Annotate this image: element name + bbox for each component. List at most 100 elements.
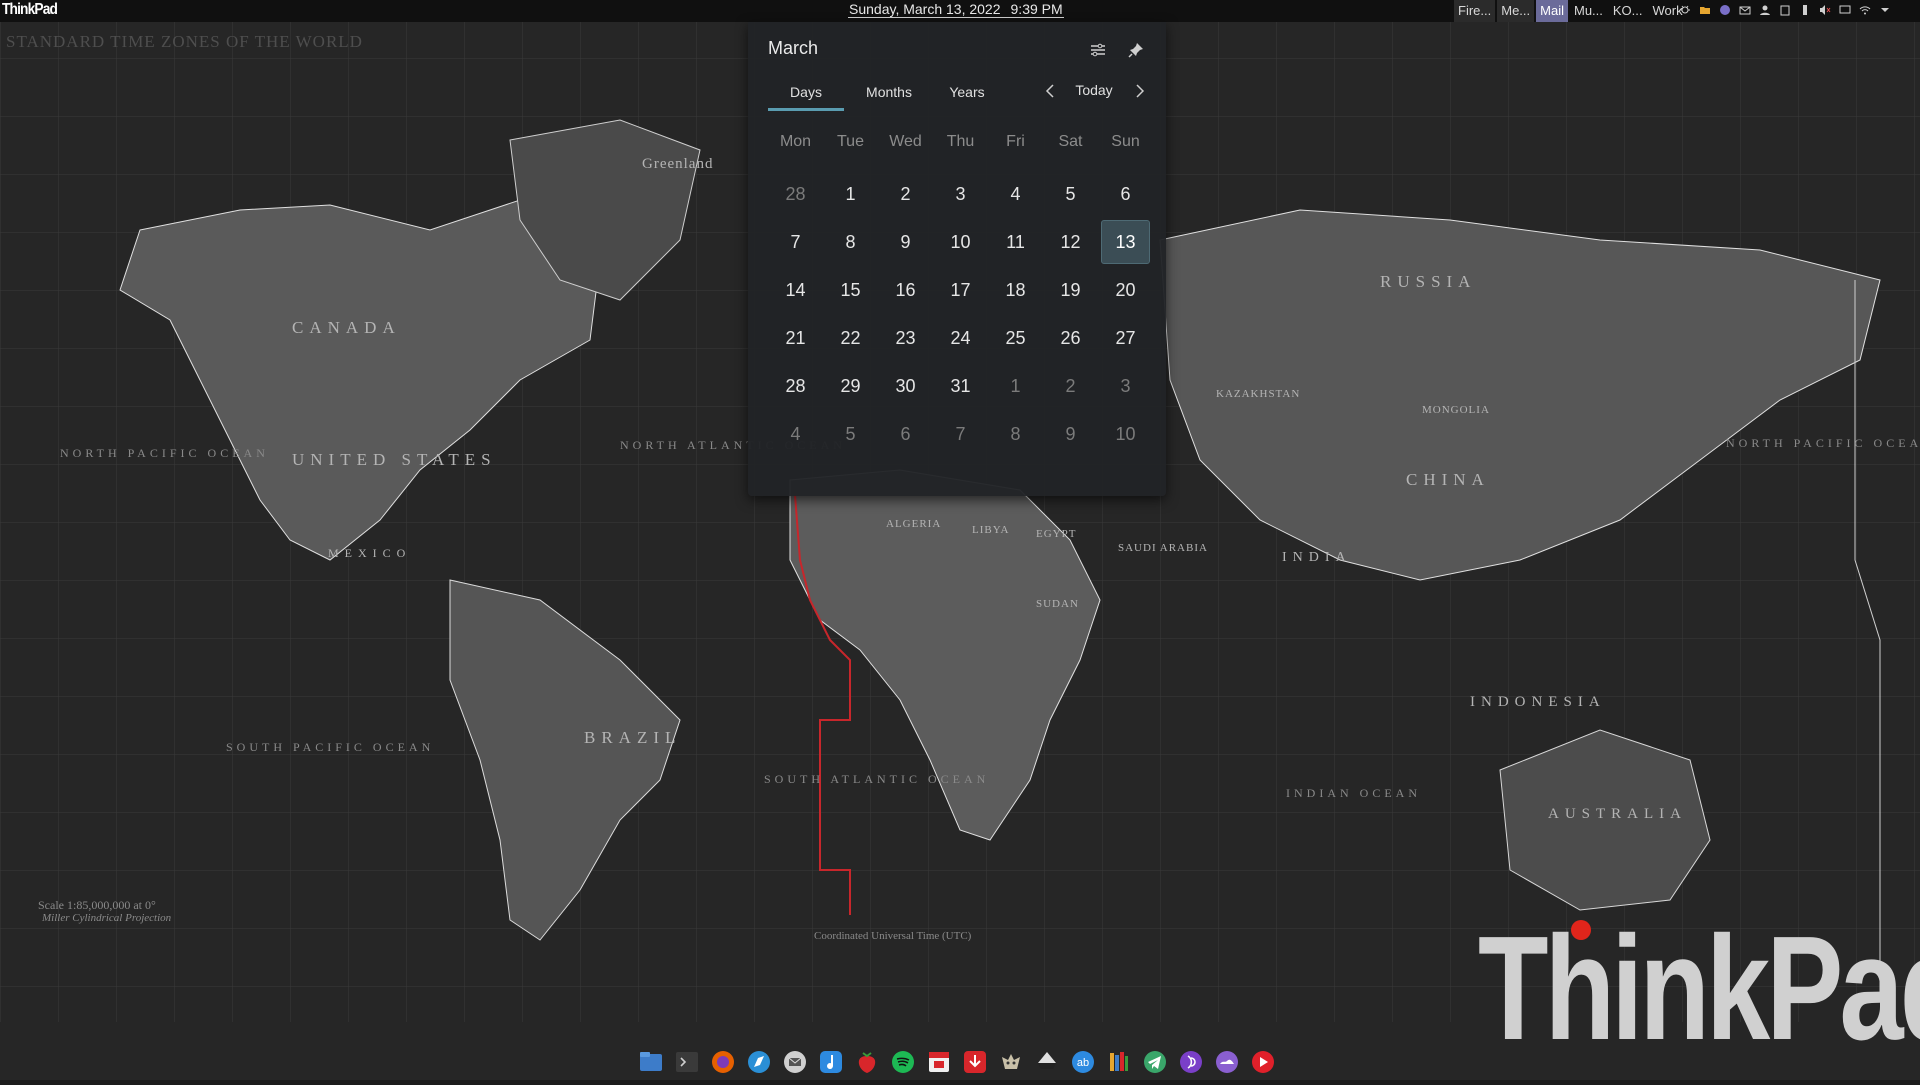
calendar-day[interactable]: 3	[936, 172, 985, 216]
configure-icon[interactable]	[1088, 40, 1110, 60]
calendar-day[interactable]: 9	[881, 220, 930, 264]
calendar-day[interactable]: 10	[936, 220, 985, 264]
digital-clock[interactable]: Sunday, March 13, 2022 9:39 PM	[848, 1, 1064, 18]
calendar-day[interactable]: 3	[1101, 364, 1150, 408]
calendar-day-grid: Mon Tue Wed Thu Fri Sat Sun 28 1 2 3 4 5 6 7 8 9 10 11 12 13…	[768, 122, 1153, 458]
pin-icon[interactable]	[1126, 40, 1148, 60]
firefox-icon[interactable]	[708, 1047, 738, 1077]
calendar-day-today[interactable]: 13	[1101, 220, 1150, 264]
telegram-icon[interactable]	[1140, 1047, 1170, 1077]
map-scale: Scale 1:85,000,000 at 0°	[38, 898, 156, 912]
inkscape-icon[interactable]	[1032, 1047, 1062, 1077]
task-firefox[interactable]: Fire...	[1454, 0, 1496, 22]
music-app-icon[interactable]	[816, 1047, 846, 1077]
calendar-day[interactable]: 17	[936, 268, 985, 312]
calendar-day[interactable]: 20	[1101, 268, 1150, 312]
strawberry-icon[interactable]	[852, 1047, 882, 1077]
library-icon[interactable]	[1104, 1047, 1134, 1077]
map-projection: Miller Cylindrical Projection	[42, 912, 172, 924]
calendar-day[interactable]: 4	[771, 412, 820, 456]
calendar-day[interactable]: 19	[1046, 268, 1095, 312]
vpn-icon[interactable]	[1718, 3, 1732, 17]
calendar-day[interactable]: 11	[991, 220, 1040, 264]
calendar-day[interactable]: 21	[771, 316, 820, 360]
tab-months[interactable]: Months	[854, 84, 924, 108]
calendar-app-icon[interactable]	[924, 1047, 954, 1077]
calendar-day[interactable]: 4	[991, 172, 1040, 216]
calendar-day[interactable]: 1	[826, 172, 875, 216]
spotify-icon[interactable]	[888, 1047, 918, 1077]
weather-icon[interactable]	[1212, 1047, 1242, 1077]
calendar-day[interactable]: 9	[1046, 412, 1095, 456]
display-icon[interactable]	[1838, 3, 1852, 17]
expand-arrow-icon[interactable]	[1878, 3, 1892, 17]
task-messenger[interactable]: Me...	[1497, 0, 1535, 22]
calendar-day[interactable]: 7	[771, 220, 820, 264]
weekday-header: Sun	[1111, 133, 1140, 150]
country-label: CHINA	[1406, 470, 1490, 489]
game-icon[interactable]	[996, 1047, 1026, 1077]
download-icon[interactable]	[960, 1047, 990, 1077]
calendar-day[interactable]: 2	[1046, 364, 1095, 408]
user-icon[interactable]	[1758, 3, 1772, 17]
weekday-header: Fri	[1006, 133, 1025, 150]
calendar-day[interactable]: 7	[936, 412, 985, 456]
calendar-day[interactable]: 28	[771, 364, 820, 408]
mail-icon[interactable]	[780, 1047, 810, 1077]
calendar-day[interactable]: 25	[991, 316, 1040, 360]
calendar-day[interactable]: 6	[881, 412, 930, 456]
podcast-icon[interactable]	[1176, 1047, 1206, 1077]
tab-years[interactable]: Years	[934, 84, 1000, 108]
calendar-day[interactable]: 2	[881, 172, 930, 216]
taskbar: Fire... Me... Mail Mu... KO... Work	[1454, 0, 1689, 22]
calendar-day[interactable]: 23	[881, 316, 930, 360]
bug-icon[interactable]	[1678, 3, 1692, 17]
thinkpad-logo: ThinkPad	[1478, 906, 1920, 1071]
accessibility-icon[interactable]: ab	[1068, 1047, 1098, 1077]
task-mail[interactable]: Mail	[1536, 0, 1568, 22]
ocean-label: NORTH PACIFIC OCEAN	[1726, 430, 1920, 456]
calendar-day[interactable]: 18	[991, 268, 1040, 312]
wifi-icon[interactable]	[1858, 3, 1872, 17]
task-music[interactable]: Mu...	[1570, 0, 1607, 22]
weekday-header: Thu	[946, 133, 975, 150]
calendar-day[interactable]: 27	[1101, 316, 1150, 360]
calendar-day[interactable]: 26	[1046, 316, 1095, 360]
calendar-day[interactable]: 30	[881, 364, 930, 408]
terminal-icon[interactable]	[672, 1047, 702, 1077]
calendar-day[interactable]: 8	[991, 412, 1040, 456]
youtube-icon[interactable]	[1248, 1047, 1278, 1077]
panel-logo[interactable]: ThinkPad	[2, 1, 58, 19]
task-ko[interactable]: KO...	[1609, 0, 1647, 22]
mail-notify-icon[interactable]	[1738, 3, 1752, 17]
volume-muted-icon[interactable]	[1818, 3, 1832, 17]
calendar-day[interactable]: 8	[826, 220, 875, 264]
file-manager-icon[interactable]	[636, 1047, 666, 1077]
browser-icon[interactable]	[744, 1047, 774, 1077]
country-label: INDONESIA	[1470, 694, 1606, 710]
calendar-day[interactable]: 6	[1101, 172, 1150, 216]
calendar-day[interactable]: 15	[826, 268, 875, 312]
calendar-day[interactable]: 5	[826, 412, 875, 456]
calendar-day[interactable]: 1	[991, 364, 1040, 408]
calendar-day[interactable]: 22	[826, 316, 875, 360]
calendar-day[interactable]: 16	[881, 268, 930, 312]
calendar-day[interactable]: 14	[771, 268, 820, 312]
clipboard-icon[interactable]	[1778, 3, 1792, 17]
utc-note: Coordinated Universal Time (UTC)	[814, 930, 972, 942]
battery-icon[interactable]	[1798, 3, 1812, 17]
calendar-day[interactable]: 12	[1046, 220, 1095, 264]
calendar-day[interactable]: 29	[826, 364, 875, 408]
calendar-day[interactable]: 5	[1046, 172, 1095, 216]
country-label: SAUDI ARABIA	[1118, 542, 1208, 554]
calendar-day[interactable]: 28	[771, 172, 820, 216]
calendar-day[interactable]: 31	[936, 364, 985, 408]
next-month-button[interactable]	[1128, 80, 1152, 102]
today-button[interactable]: Today	[1064, 82, 1124, 98]
folder-icon[interactable]	[1698, 3, 1712, 17]
map-title: STANDARD TIME ZONES OF THE WORLD	[6, 32, 363, 51]
calendar-day[interactable]: 24	[936, 316, 985, 360]
previous-month-button[interactable]	[1038, 80, 1062, 102]
tab-days[interactable]: Days	[768, 84, 844, 111]
calendar-day[interactable]: 10	[1101, 412, 1150, 456]
